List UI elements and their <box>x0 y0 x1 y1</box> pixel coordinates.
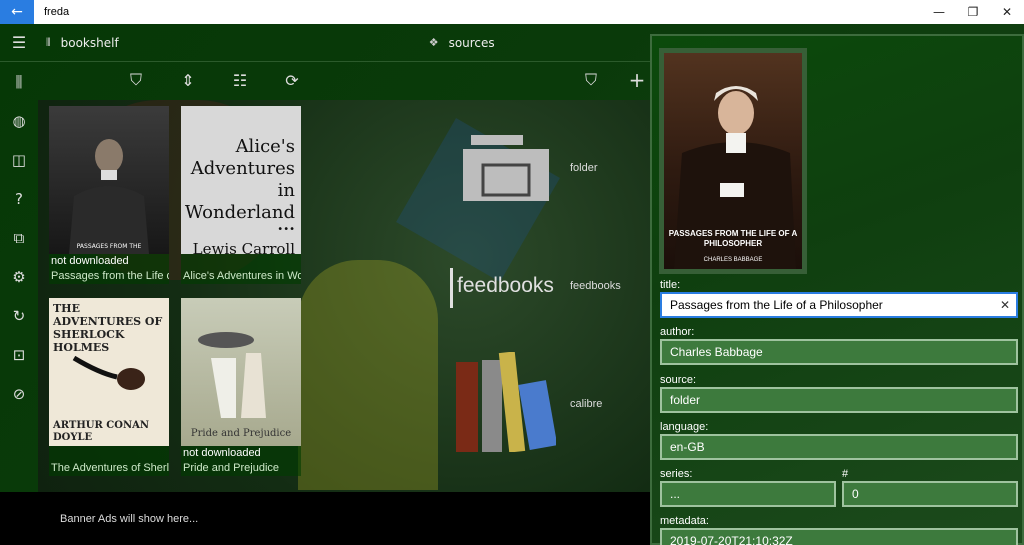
book-status: not downloaded <box>49 254 169 269</box>
title-field[interactable]: Passages from the Life of a Philosopher … <box>660 292 1018 318</box>
details-cover-frame: PASSAGES FROM THE LIFE OF A PHILOSOPHER … <box>659 48 807 274</box>
sources-toolbar: ⛉ + <box>565 62 657 98</box>
book-open-icon[interactable]: ◫ <box>12 140 26 179</box>
book-cover: THE ADVENTURES OF SHERLOCK HOLMES ARTHUR… <box>49 298 169 446</box>
metadata-field[interactable]: 2019-07-20T21:10:32Z <box>660 528 1018 545</box>
title-value: Passages from the Life of a Philosopher <box>670 298 883 312</box>
content-area: PASSAGES FROM THE not downloaded Passage… <box>38 100 650 492</box>
book-tile[interactable]: THE ADVENTURES OF SHERLOCK HOLMES ARTHUR… <box>49 298 169 476</box>
series-field[interactable]: ... <box>660 481 836 507</box>
bookshelf-icon: ⫴ <box>46 35 51 49</box>
book-status <box>49 446 169 461</box>
number-label: # <box>842 468 849 480</box>
app-title: freda <box>44 6 70 18</box>
details-cover-author: CHARLES BABBAGE <box>703 257 763 263</box>
hamburger-menu-icon[interactable]: ☰ <box>0 33 38 52</box>
book-cover: Alice's Adventures in Wonderland ••• Lew… <box>181 106 301 254</box>
tag-icon[interactable]: ⊘ <box>13 374 26 413</box>
sync-icon[interactable]: ⟳ <box>266 71 318 90</box>
cover-heading: Alice's Adventures in Wonderland <box>184 136 295 223</box>
banner-text: Banner Ads will show here... <box>60 513 199 525</box>
author-label: author: <box>660 326 695 338</box>
help-icon[interactable]: ? <box>15 179 23 218</box>
book-cover: Pride and Prejudice <box>181 298 301 446</box>
sort-icon[interactable]: ⇕ <box>162 71 214 90</box>
globe-icon[interactable]: ◍ <box>12 101 25 140</box>
sources-tab[interactable]: sources <box>449 36 495 50</box>
clear-icon[interactable]: ✕ <box>1000 294 1010 316</box>
settings-gear-icon[interactable]: ⚙ <box>12 257 25 296</box>
language-label: language: <box>660 421 709 433</box>
library-icon[interactable]: ⫼ <box>16 62 23 101</box>
cover-heading: Pride and Prejudice <box>190 428 292 439</box>
sources-icon: ❖ <box>428 36 439 49</box>
book-status <box>181 254 301 269</box>
metadata-label: metadata: <box>660 515 709 527</box>
bookmarks-icon[interactable]: ⧉ <box>14 218 25 257</box>
book-tile[interactable]: Alice's Adventures in Wonderland ••• Lew… <box>181 106 301 284</box>
book-title: Passages from the Life of a Philosopher <box>49 269 169 284</box>
portrait-illustration <box>69 139 149 254</box>
bookshelf-tab[interactable]: bookshelf <box>61 36 119 50</box>
sources-filter-icon[interactable]: ⛉ <box>565 70 617 90</box>
maximize-button[interactable]: ❐ <box>956 0 990 24</box>
cover-caption: PASSAGES FROM THE <box>76 243 142 250</box>
book-tile[interactable]: Pride and Prejudice not downloaded Pride… <box>181 298 301 476</box>
number-field[interactable]: 0 <box>842 481 1018 507</box>
cover-author: Lewis Carroll <box>192 240 295 254</box>
refresh-icon[interactable]: ↻ <box>13 296 26 335</box>
list-view-icon[interactable]: ☷ <box>214 71 266 90</box>
cover-heading: THE ADVENTURES OF SHERLOCK HOLMES <box>53 302 163 354</box>
background-decor <box>298 260 438 490</box>
close-button[interactable]: ✕ <box>990 0 1024 24</box>
book-tile[interactable]: PASSAGES FROM THE not downloaded Passage… <box>49 106 169 284</box>
author-field[interactable]: Charles Babbage <box>660 339 1018 365</box>
pipe-illustration <box>72 355 145 390</box>
lock-document-icon[interactable]: ⊡ <box>13 335 26 374</box>
language-field[interactable]: en-GB <box>660 434 1018 460</box>
back-arrow-icon: ← <box>11 4 23 20</box>
book-cover: PASSAGES FROM THE <box>49 106 169 254</box>
title-bar: ← freda — ❐ ✕ <box>0 0 1024 24</box>
cover-dots: ••• <box>277 224 295 235</box>
bookshelf-toolbar: ⛉ ⇕ ☷ ⟳ <box>110 62 318 98</box>
source-calibre[interactable]: calibre <box>570 398 602 410</box>
series-label: series: <box>660 468 693 480</box>
app-header: ☰ ⫴ bookshelf ❖ sources <box>0 24 650 62</box>
book-title: The Adventures of Sherlock Holmes <box>49 461 169 476</box>
book-status: not downloaded <box>181 446 301 461</box>
figures-illustration <box>198 332 266 418</box>
title-label: title: <box>660 279 681 291</box>
feedbooks-logo[interactable]: feedbooks <box>450 268 560 308</box>
details-cover-title: PASSAGES FROM THE LIFE OF A PHILOSOPHER <box>668 229 798 248</box>
details-cover: PASSAGES FROM THE LIFE OF A PHILOSOPHER … <box>664 53 802 269</box>
book-title: Alice's Adventures in Wonderland <box>181 269 301 284</box>
filter-icon[interactable]: ⛉ <box>110 70 162 90</box>
minimize-button[interactable]: — <box>922 0 956 24</box>
back-button[interactable]: ← <box>0 0 34 24</box>
book-details-panel: PASSAGES FROM THE LIFE OF A PHILOSOPHER … <box>650 34 1024 545</box>
ad-banner: Banner Ads will show here... <box>0 492 650 545</box>
source-folder[interactable]: folder <box>570 162 598 174</box>
left-nav-rail: ⫼ ◍ ◫ ? ⧉ ⚙ ↻ ⊡ ⊘ <box>0 62 38 492</box>
source-label: source: <box>660 374 697 386</box>
folder-icon[interactable] <box>463 135 549 201</box>
source-field[interactable]: folder <box>660 387 1018 413</box>
cover-author: ARTHUR CONAN DOYLE <box>53 420 150 443</box>
book-title: Pride and Prejudice <box>181 461 301 476</box>
calibre-books-icon[interactable] <box>456 352 556 452</box>
source-feedbooks[interactable]: feedbooks <box>570 280 621 292</box>
